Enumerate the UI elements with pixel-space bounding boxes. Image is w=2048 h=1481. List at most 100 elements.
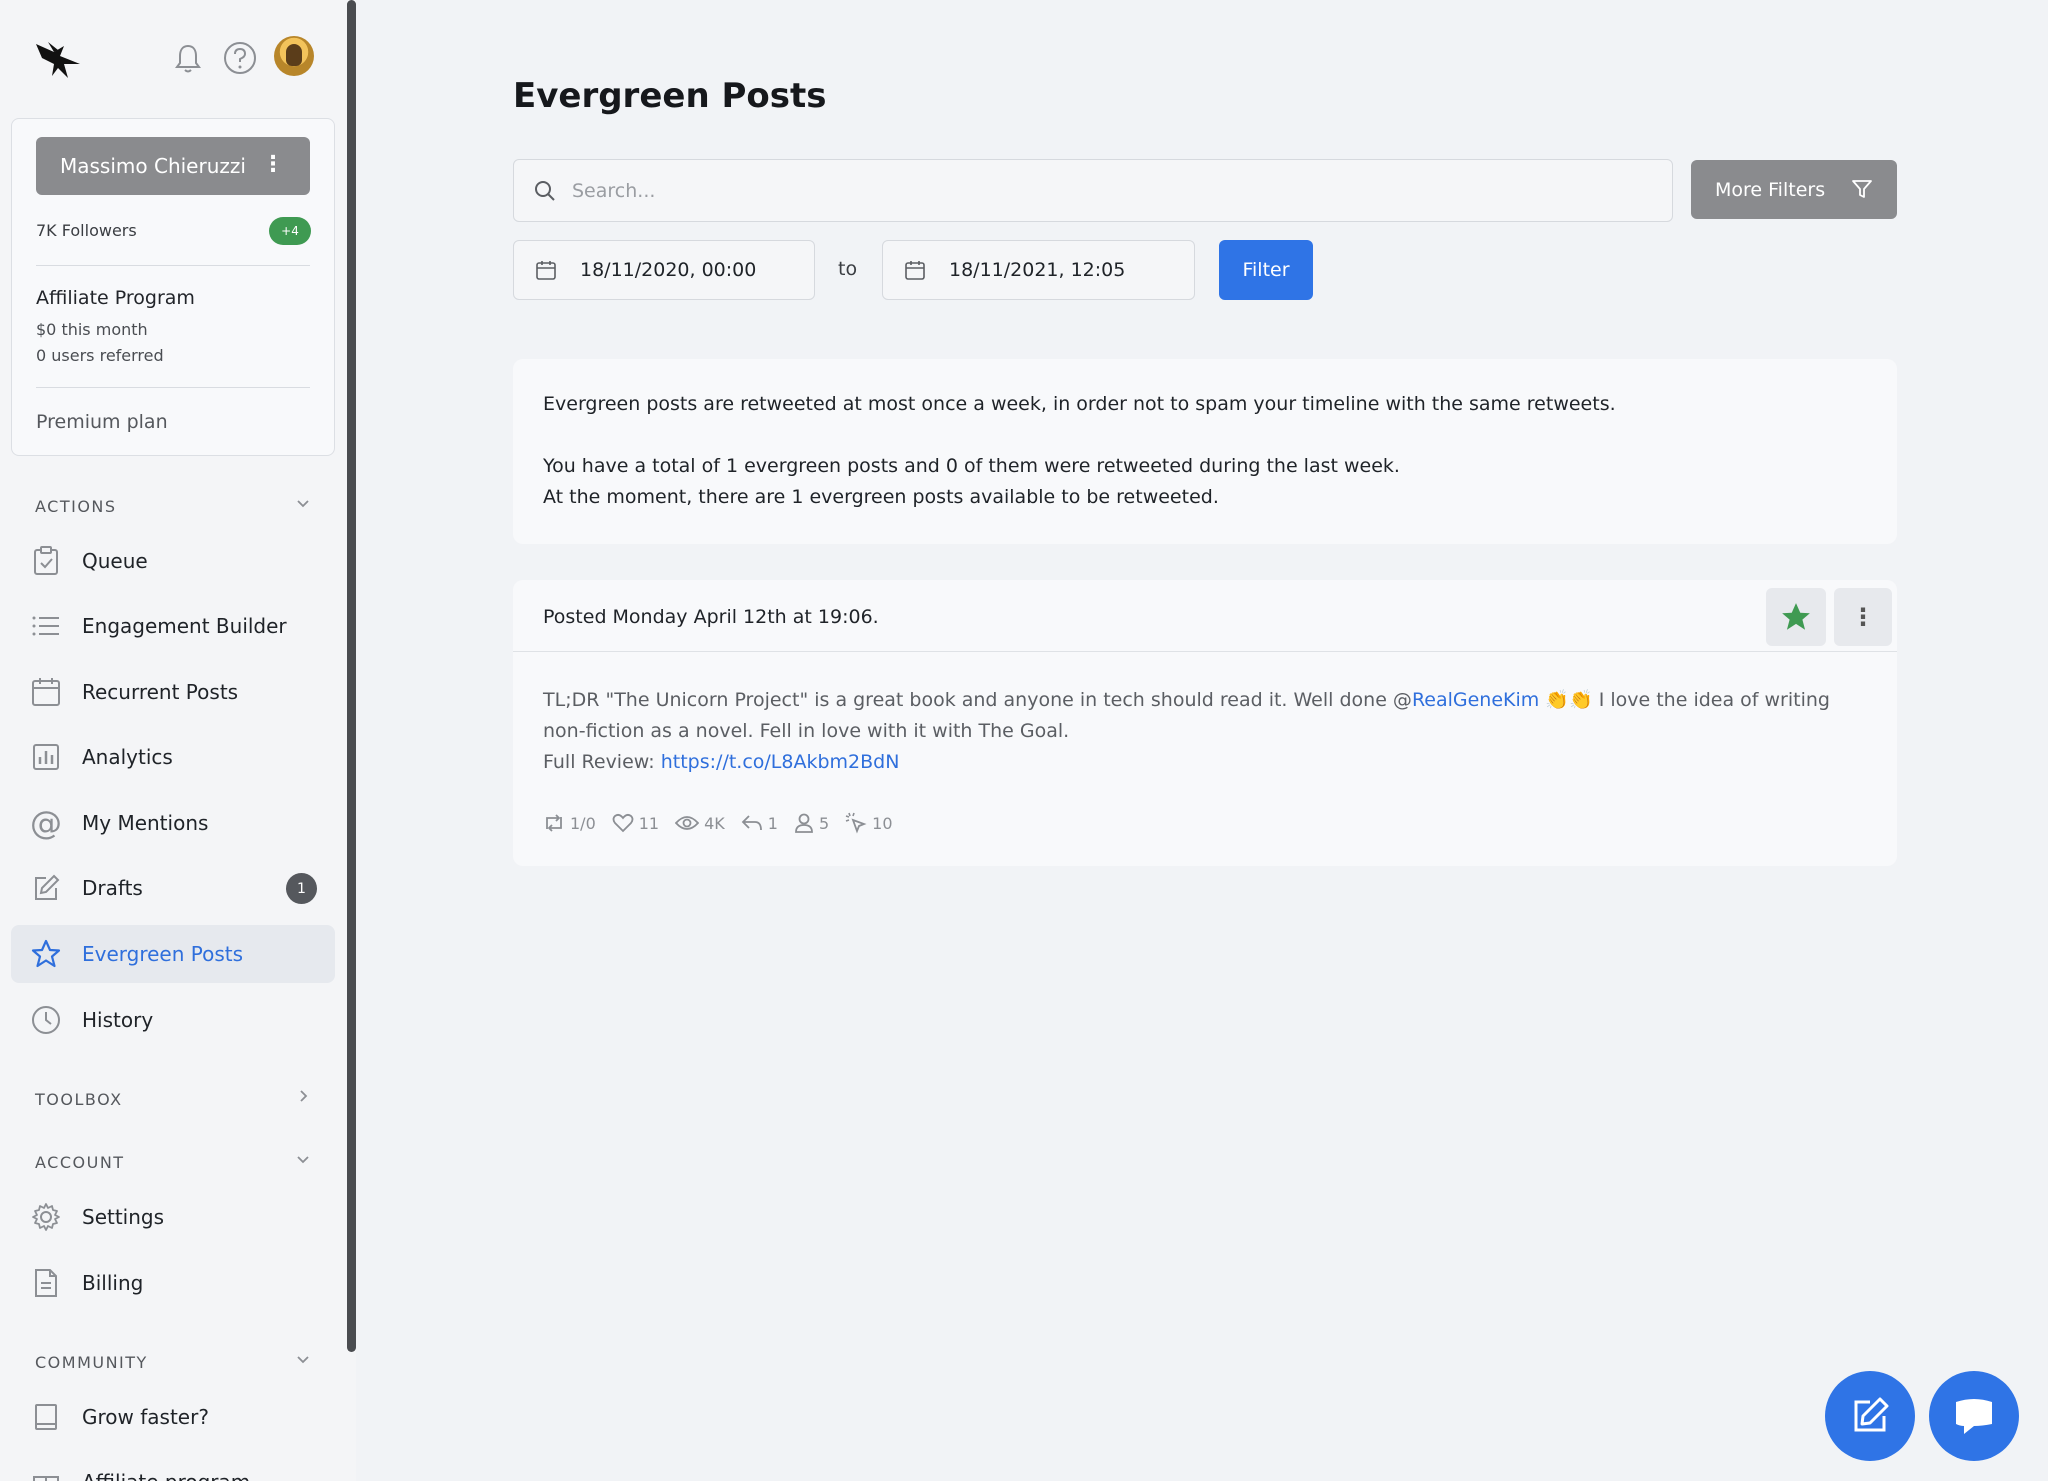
views-stat: 4K (675, 814, 725, 833)
more-filters-button[interactable]: More Filters (1691, 160, 1897, 219)
sidebar-item-settings[interactable]: Settings (11, 1188, 335, 1246)
followers-count: 7K Followers (36, 221, 137, 240)
eye-icon (675, 816, 700, 830)
sidebar: Massimo Chieruzzi ⋮ 7K Followers +4 Affi… (0, 0, 356, 1481)
search-input[interactable] (572, 172, 1652, 210)
sidebar-item-label: My Mentions (82, 811, 209, 835)
filter-button[interactable]: Filter (1219, 240, 1313, 300)
avatar[interactable] (274, 36, 314, 76)
post-menu-button[interactable]: ⋮ (1834, 588, 1892, 646)
evergreen-info-card: Evergreen posts are retweeted at most on… (513, 359, 1897, 544)
account-card: Massimo Chieruzzi ⋮ 7K Followers +4 Affi… (11, 118, 335, 456)
profile-clicks-count: 5 (818, 813, 830, 833)
section-actions-header[interactable]: ACTIONS (35, 497, 117, 516)
mention-link[interactable]: RealGeneKim (1412, 689, 1539, 711)
link-clicks-count: 10 (872, 813, 893, 833)
info-text: Evergreen posts are retweeted at most on… (543, 393, 1616, 415)
evergreen-post-card: Posted Monday April 12th at 19:06. ⋮ TL;… (513, 580, 1897, 866)
link-clicks-stat: 10 (845, 812, 893, 834)
sidebar-header (30, 32, 320, 88)
chat-support-button[interactable] (1929, 1371, 2019, 1461)
search-icon (535, 181, 555, 201)
date-from-input[interactable]: 18/11/2020, 00:00 (513, 240, 815, 300)
info-text: At the moment, there are 1 evergreen pos… (543, 486, 1219, 508)
star-filled-icon (1782, 603, 1810, 630)
sidebar-item-label: Drafts (82, 876, 143, 900)
affiliate-referred: 0 users referred (36, 346, 164, 365)
divider (513, 651, 1897, 652)
views-count: 4K (704, 813, 725, 833)
retweets-count: 1/0 (570, 813, 596, 833)
section-community-header[interactable]: COMMUNITY (35, 1353, 148, 1372)
hypefury-logo-icon[interactable] (34, 38, 84, 84)
chevron-down-icon[interactable] (296, 1352, 310, 1370)
chat-icon (1956, 1399, 1992, 1434)
chevron-right-icon[interactable] (296, 1089, 310, 1107)
plan-label[interactable]: Premium plan (36, 411, 168, 433)
post-text: Full Review: (543, 751, 661, 773)
sidebar-item-grow-faster[interactable]: Grow faster? (11, 1388, 335, 1446)
clap-emoji: 👏👏 (1545, 689, 1593, 711)
help-icon[interactable] (222, 40, 258, 76)
section-account-header[interactable]: ACCOUNT (35, 1153, 125, 1172)
compose-button[interactable] (1825, 1371, 1915, 1461)
chevron-down-icon[interactable] (296, 496, 310, 514)
review-link[interactable]: https://t.co/L8Akbm2BdN (661, 751, 900, 773)
drafts-count-badge: 1 (286, 873, 317, 904)
sidebar-item-billing[interactable]: Billing (11, 1254, 335, 1312)
more-filters-label: More Filters (1715, 178, 1826, 201)
user-icon (795, 813, 813, 833)
date-from-value: 18/11/2020, 00:00 (580, 259, 757, 281)
account-switcher-button[interactable]: Massimo Chieruzzi ⋮ (36, 137, 310, 195)
calendar-icon (31, 677, 61, 707)
sidebar-item-affiliate-program[interactable]: Affiliate program (11, 1453, 335, 1481)
likes-count: 11 (638, 813, 660, 833)
reply-icon (741, 815, 762, 831)
date-to-value: 18/11/2021, 12:05 (949, 259, 1126, 281)
extra-accounts-badge[interactable]: +4 (269, 217, 311, 245)
affiliate-title[interactable]: Affiliate Program (36, 287, 195, 309)
star-icon (31, 939, 61, 969)
compose-icon (1854, 1397, 1889, 1432)
book-icon (31, 1402, 61, 1432)
post-body: TL;DR "The Unicorn Project" is a great b… (543, 685, 1873, 778)
clock-icon (31, 1005, 61, 1035)
at-sign-icon: @ (30, 804, 62, 842)
account-menu-icon[interactable]: ⋮ (262, 154, 284, 176)
sidebar-item-queue[interactable]: Queue (11, 532, 335, 590)
section-toolbox-header[interactable]: TOOLBOX (35, 1090, 123, 1109)
replies-stat: 1 (741, 813, 778, 833)
account-name: Massimo Chieruzzi (60, 154, 246, 178)
search-box[interactable] (513, 159, 1673, 222)
sidebar-item-recurrent-posts[interactable]: Recurrent Posts (11, 663, 335, 721)
sidebar-item-label: Grow faster? (82, 1405, 209, 1429)
bell-icon[interactable] (170, 40, 206, 76)
more-vertical-icon: ⋮ (1851, 603, 1875, 631)
list-icon (31, 611, 61, 641)
calendar-icon (536, 261, 556, 280)
bar-chart-icon (31, 742, 61, 772)
sidebar-item-my-mentions[interactable]: @ My Mentions (11, 794, 335, 852)
calendar-icon (905, 261, 925, 280)
filter-icon (1852, 180, 1872, 198)
evergreen-toggle-button[interactable] (1766, 588, 1826, 646)
profile-clicks-stat: 5 (794, 813, 829, 833)
edit-icon (31, 873, 61, 903)
cursor-click-icon (845, 812, 867, 834)
chevron-down-icon[interactable] (296, 1152, 310, 1170)
sidebar-item-label: Settings (82, 1205, 165, 1229)
sidebar-item-engagement-builder[interactable]: Engagement Builder (11, 597, 335, 655)
date-to-input[interactable]: 18/11/2021, 12:05 (882, 240, 1195, 300)
info-text: You have a total of 1 evergreen posts an… (543, 455, 1400, 477)
divider (36, 265, 310, 266)
sidebar-item-history[interactable]: History (11, 991, 335, 1049)
post-text: TL;DR "The Unicorn Project" is a great b… (543, 689, 1412, 711)
sidebar-item-label: Recurrent Posts (82, 680, 239, 704)
post-stats: 1/0 11 4K 1 5 10 (543, 812, 909, 834)
sidebar-item-label: Evergreen Posts (82, 942, 244, 966)
sidebar-scrollbar[interactable] (347, 0, 356, 1352)
sidebar-item-label: Queue (82, 549, 148, 573)
sidebar-item-drafts[interactable]: Drafts 1 (11, 859, 335, 917)
sidebar-item-evergreen-posts[interactable]: Evergreen Posts (11, 925, 335, 983)
sidebar-item-analytics[interactable]: Analytics (11, 728, 335, 786)
